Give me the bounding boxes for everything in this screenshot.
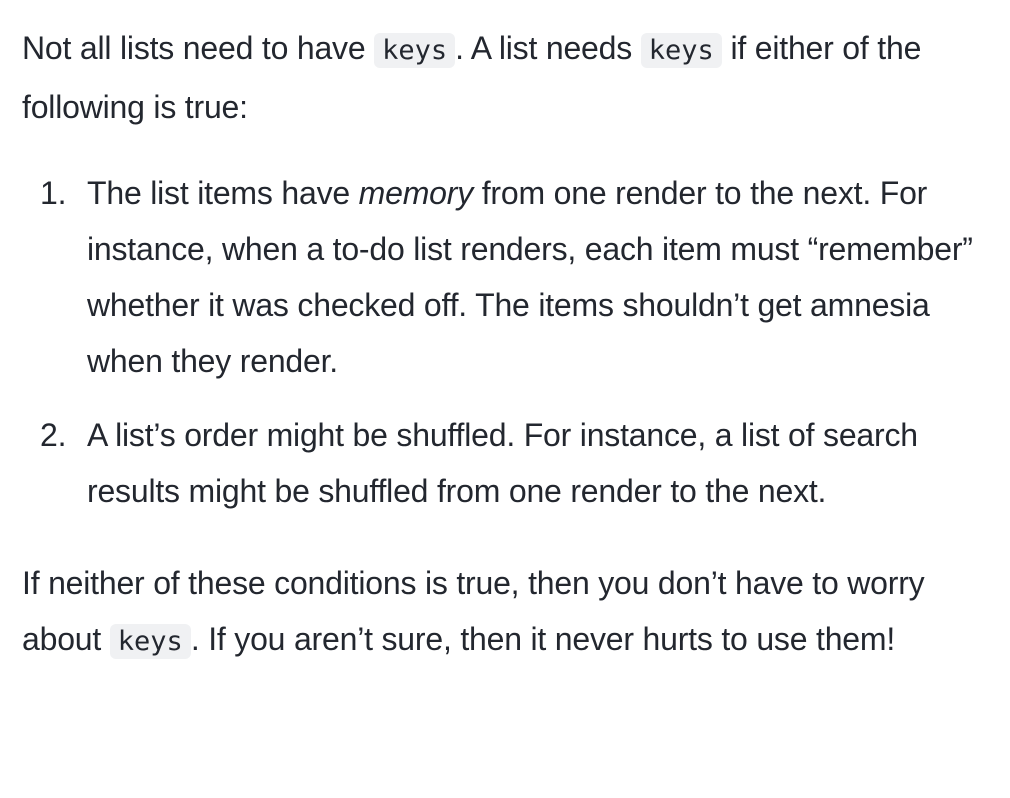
list-item-number: 2. xyxy=(40,417,67,453)
intro-text-1: Not all lists need to have xyxy=(22,30,375,66)
list-item: 1. The list items have memory from one r… xyxy=(22,165,997,389)
article-body: Not all lists need to have keys. A list … xyxy=(22,20,997,670)
list-item-text: A list’s order might be shuffled. For in… xyxy=(87,417,918,509)
intro-text-2: . A list needs xyxy=(455,30,641,66)
list-item: 2. A list’s order might be shuffled. For… xyxy=(22,407,997,519)
list-item-text: The list items have xyxy=(87,175,359,211)
inline-code-keys: keys xyxy=(109,624,191,659)
inline-code-keys: keys xyxy=(640,33,722,68)
conditions-list: 1. The list items have memory from one r… xyxy=(22,165,997,519)
inline-code-keys: keys xyxy=(374,33,456,68)
outro-paragraph: If neither of these conditions is true, … xyxy=(22,555,997,670)
outro-text-2: . If you aren’t sure, then it never hurt… xyxy=(190,621,896,657)
list-item-number: 1. xyxy=(40,175,67,211)
intro-paragraph: Not all lists need to have keys. A list … xyxy=(22,20,997,135)
emphasis-memory: memory xyxy=(358,175,474,211)
